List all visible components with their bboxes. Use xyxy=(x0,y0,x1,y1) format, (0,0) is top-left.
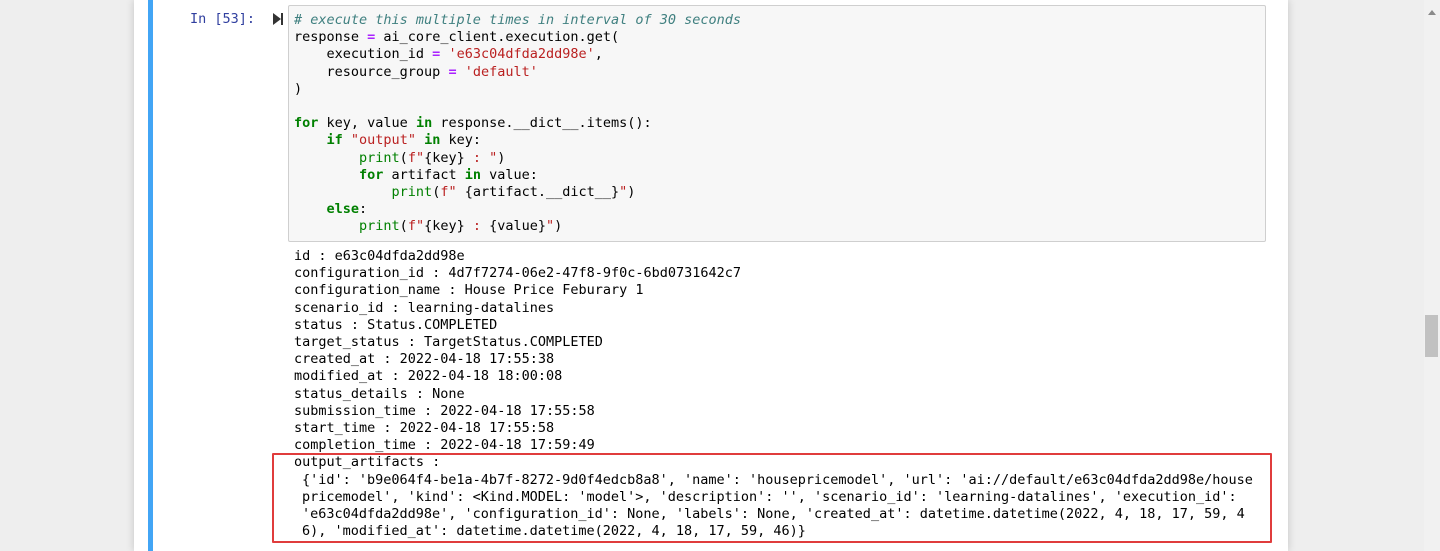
code-token: ( xyxy=(399,218,408,235)
selected-cell-indicator xyxy=(148,0,153,551)
code-token: ai_core_client.execution.get( xyxy=(375,29,620,46)
code-token: {key} xyxy=(424,149,465,166)
code-token: else xyxy=(326,201,360,218)
code-token: response.__dict__.items(): xyxy=(432,115,652,132)
code-line: for artifact in value: xyxy=(294,167,1265,184)
code-token: key: xyxy=(440,132,481,149)
vertical-scrollbar[interactable] xyxy=(1424,0,1440,551)
scroll-up-arrow-icon[interactable] xyxy=(1428,10,1436,15)
run-cell-icon[interactable] xyxy=(272,12,284,26)
code-token: ) xyxy=(554,218,563,235)
code-line: print(f"{key} : {value}") xyxy=(294,218,1265,235)
code-token: " xyxy=(546,218,555,235)
code-token: resource_group xyxy=(294,63,449,80)
code-token: : " xyxy=(464,149,498,166)
output-line: scenario_id : learning-datalines xyxy=(294,299,555,316)
code-line: print(f"{key} : ") xyxy=(294,150,1265,167)
code-line: # execute this multiple times in interva… xyxy=(294,12,1265,29)
code-token: print xyxy=(391,184,433,201)
output-line: target_status : TargetStatus.COMPLETED xyxy=(294,334,603,351)
code-token: for xyxy=(359,166,384,183)
code-input-area[interactable]: # execute this multiple times in interva… xyxy=(288,5,1266,242)
code-token: print xyxy=(359,218,400,235)
code-token: {value} xyxy=(489,218,547,235)
cell-prompt: In [53]: xyxy=(190,11,256,27)
code-line: execution_id = 'e63c04dfda2dd98e', xyxy=(294,46,1265,63)
code-line: for key, value in response.__dict__.item… xyxy=(294,115,1265,132)
output-line: configuration_name : House Price Feburar… xyxy=(294,282,644,299)
code-token: in xyxy=(424,132,441,149)
code-line: if "output" in key: xyxy=(294,132,1265,149)
scrollbar-thumb[interactable] xyxy=(1425,315,1438,357)
code-token: , xyxy=(594,46,603,63)
code-token: : xyxy=(359,201,368,218)
code-token: f" xyxy=(407,218,425,235)
code-line: ) xyxy=(294,81,1265,98)
code-token: : xyxy=(464,218,490,235)
output-line: configuration_id : 4d7f7274-06e2-47f8-9f… xyxy=(294,265,742,282)
code-token: value: xyxy=(480,166,538,183)
code-token: key, value xyxy=(318,115,416,132)
code-token: in xyxy=(464,166,481,183)
output-line: status_details : None xyxy=(294,385,465,402)
output-line: status : Status.COMPLETED xyxy=(294,316,498,333)
code-token: f" xyxy=(440,184,465,201)
code-token: {key} xyxy=(424,218,465,235)
code-token: ) xyxy=(627,184,636,201)
code-line: print(f" {artifact.__dict__}") xyxy=(294,184,1265,201)
code-token: if xyxy=(326,132,343,149)
code-token: # execute this multiple times in interva… xyxy=(294,12,742,28)
code-token: {artifact.__dict__} xyxy=(464,184,620,201)
code-line: resource_group = 'default' xyxy=(294,64,1265,81)
code-token: for xyxy=(294,115,319,132)
code-token: 'e63c04dfda2dd98e' xyxy=(448,46,595,63)
code-token: artifact xyxy=(383,166,465,183)
output-line: submission_time : 2022-04-18 17:55:58 xyxy=(294,402,595,419)
output-line: id : e63c04dfda2dd98e xyxy=(294,248,465,264)
code-token: ) xyxy=(294,80,303,97)
code-line: else: xyxy=(294,201,1265,218)
output-line: completion_time : 2022-04-18 17:59:49 xyxy=(294,437,595,454)
code-token: execution_id xyxy=(294,46,433,63)
output-line: modified_at : 2022-04-18 18:00:08 xyxy=(294,368,563,385)
output-line: created_at : 2022-04-18 17:55:38 xyxy=(294,351,555,368)
output-artifacts-highlight-box xyxy=(272,453,1272,543)
code-token: = xyxy=(448,63,457,80)
code-token: ( xyxy=(399,149,408,166)
code-token: 'default' xyxy=(464,63,538,80)
code-line: response = ai_core_client.execution.get( xyxy=(294,29,1265,46)
code-token: ) xyxy=(497,149,506,166)
code-token: print xyxy=(359,149,400,166)
code-token: response xyxy=(294,29,368,46)
code-token: in xyxy=(415,115,433,132)
code-token: "output" xyxy=(350,132,416,149)
output-line: start_time : 2022-04-18 17:55:58 xyxy=(294,420,555,437)
code-token: f" xyxy=(407,149,425,166)
